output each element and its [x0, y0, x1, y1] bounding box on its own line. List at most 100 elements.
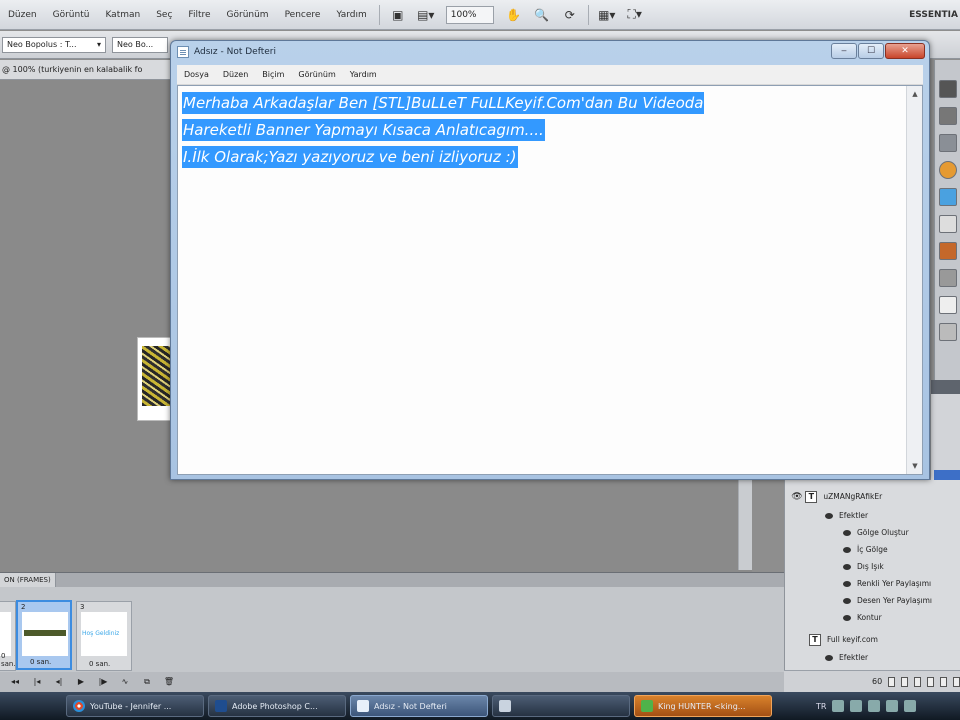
bridge-icon[interactable]: ▣	[387, 5, 409, 25]
frame-delay[interactable]: 0 san.	[30, 658, 51, 666]
minimize-button[interactable]: ‒	[831, 43, 857, 59]
notepad-text-area[interactable]: Merhaba Arkadaşlar Ben [STL]BuLLeT FuLLK…	[177, 85, 923, 475]
ps-menu-item-sec[interactable]: Seç	[148, 0, 180, 30]
close-button[interactable]: ✕	[885, 43, 925, 59]
history-panel-icon[interactable]	[938, 269, 957, 287]
banner-canvas[interactable]	[137, 337, 171, 421]
animation-frame-2[interactable]: 2 0 san.	[16, 600, 72, 670]
effect-eye-icon[interactable]	[843, 529, 851, 536]
frame-delay[interactable]: 0 san.	[1, 652, 16, 668]
animation-frame-1[interactable]: 0 san.	[0, 601, 16, 671]
layer-row[interactable]: Efektler	[825, 507, 868, 524]
layers-panel-tab[interactable]	[931, 380, 960, 394]
zoom-level-select[interactable]: 100%	[445, 5, 494, 24]
styles-panel-icon[interactable]	[938, 134, 957, 152]
layer-row[interactable]: Efektler	[825, 649, 868, 666]
layer-row[interactable]: Gölge Oluştur	[843, 524, 909, 541]
text-layer-icon: T	[809, 633, 821, 646]
ps-menu-item-filtre[interactable]: Filtre	[180, 0, 218, 30]
effect-eye-icon[interactable]	[843, 580, 851, 587]
adjustments-panel-icon[interactable]	[938, 161, 957, 179]
layer-row[interactable]: İç Gölge	[843, 541, 888, 558]
new-layer-icon[interactable]	[940, 676, 948, 687]
delete-frame-icon[interactable]: 🗑	[160, 675, 178, 689]
notepad-menu-duzen[interactable]: Düzen	[216, 70, 255, 79]
notepad-menu-dosya[interactable]: Dosya	[177, 70, 216, 79]
zoom-tool-icon[interactable]: 🔍	[531, 5, 553, 25]
delete-layer-icon[interactable]	[953, 676, 960, 687]
notepad-vertical-scrollbar[interactable]: ▲ ▼	[906, 86, 922, 474]
effect-eye-icon[interactable]	[843, 546, 851, 553]
ps-menu-item-gorunum[interactable]: Görünüm	[219, 0, 277, 30]
maximize-button[interactable]: ☐	[858, 43, 884, 59]
hand-tool-icon[interactable]: ✋	[503, 5, 525, 25]
swatches-panel-icon[interactable]	[938, 107, 957, 125]
ps-menu-item-katman[interactable]: Katman	[97, 0, 148, 30]
notepad-titlebar[interactable]: Adsız - Not Defteri ‒ ☐ ✕	[171, 41, 929, 63]
layer-row[interactable]: Dış Işık	[843, 558, 884, 575]
ps-menu-item-goruntu[interactable]: Görüntü	[45, 0, 98, 30]
ps-menu-item-duzen[interactable]: Düzen	[0, 0, 45, 30]
screen-mode-icon[interactable]: ⛶▾	[624, 5, 646, 25]
scroll-up-icon[interactable]: ▲	[907, 86, 923, 102]
font-family-select[interactable]: Neo Bopolus : T... ▾	[2, 36, 106, 53]
scroll-down-icon[interactable]: ▼	[907, 458, 923, 474]
separator	[587, 4, 589, 25]
ps-menu-item-pencere[interactable]: Pencere	[277, 0, 329, 30]
taskbar-button-app[interactable]	[492, 695, 630, 717]
previous-frame-icon[interactable]: ◂|	[50, 675, 68, 689]
next-frame-icon[interactable]: |▶	[94, 675, 112, 689]
brushes-panel-icon[interactable]	[938, 215, 957, 233]
layers-panel-footer: 60	[784, 670, 960, 692]
duplicate-frame-icon[interactable]: ⧉	[138, 675, 156, 689]
play-icon[interactable]: ▶	[72, 675, 90, 689]
frame-delay[interactable]: 0 san.	[89, 660, 110, 668]
tray-app-icon[interactable]	[850, 700, 863, 712]
tray-app-icon[interactable]	[904, 700, 917, 712]
layer-row[interactable]: Renkli Yer Paylaşımı	[843, 575, 931, 592]
view-extras-icon[interactable]: ▤▾	[415, 5, 437, 25]
arrange-documents-icon[interactable]: ▦▾	[596, 5, 618, 25]
animation-tab[interactable]: ON (FRAMES)	[0, 573, 56, 587]
info-panel-icon[interactable]	[938, 323, 957, 341]
ps-menu-item-yardim[interactable]: Yardım	[328, 0, 374, 30]
notepad-menu-bicim[interactable]: Biçim	[255, 70, 291, 79]
tween-icon[interactable]: ∿	[116, 675, 134, 689]
text-layer-icon: T	[805, 490, 818, 503]
effect-eye-icon[interactable]	[843, 614, 851, 621]
add-mask-icon[interactable]	[914, 676, 922, 687]
notepad-icon	[357, 700, 369, 712]
animation-frame-3[interactable]: 3 Hoş Geldiniz 0 san.	[76, 601, 132, 671]
layer-row[interactable]: T Full keyif.com	[809, 631, 878, 648]
layer-row[interactable]: Kontur	[843, 609, 882, 626]
taskbar-button-notepad[interactable]: Adsız - Not Defteri	[350, 695, 488, 717]
notepad-menu-yardim[interactable]: Yardım	[343, 70, 384, 79]
notepad-menu-gorunum[interactable]: Görünüm	[291, 70, 342, 79]
effect-eye-icon[interactable]	[843, 597, 851, 604]
layer-row[interactable]: 👁 T uZMANgRAfikEr	[791, 488, 882, 505]
layer-row[interactable]: Desen Yer Paylaşımı	[843, 592, 932, 609]
volume-icon[interactable]	[886, 700, 899, 712]
color-panel-icon[interactable]	[938, 80, 957, 98]
language-indicator[interactable]: TR	[816, 702, 826, 711]
rotate-view-icon[interactable]: ⟳	[559, 5, 581, 25]
font-style-select[interactable]: Neo Bo...	[112, 36, 168, 53]
loop-options-icon[interactable]: ◂◂	[6, 675, 24, 689]
add-style-icon[interactable]	[901, 676, 909, 687]
taskbar-button-photoshop[interactable]: Adobe Photoshop C...	[208, 695, 346, 717]
link-layers-icon[interactable]	[888, 676, 896, 687]
masks-panel-icon[interactable]	[938, 188, 957, 206]
new-group-icon[interactable]	[927, 676, 935, 687]
first-frame-icon[interactable]: |◂	[28, 675, 46, 689]
actions-panel-icon[interactable]	[938, 296, 957, 314]
effect-eye-icon[interactable]	[843, 563, 851, 570]
taskbar-button-messenger[interactable]: King HUNTER <king...	[634, 695, 772, 717]
taskbar-button-youtube[interactable]: YouTube - Jennifer ...	[66, 695, 204, 717]
notepad-title: Adsız - Not Defteri	[194, 47, 276, 57]
clone-source-panel-icon[interactable]	[938, 242, 957, 260]
tray-app-icon[interactable]	[832, 700, 845, 712]
eye-icon[interactable]: 👁	[791, 491, 803, 503]
workspace-switcher[interactable]: ESSENTIA	[906, 0, 960, 30]
network-icon[interactable]	[868, 700, 881, 712]
photoshop-icon	[215, 700, 227, 712]
